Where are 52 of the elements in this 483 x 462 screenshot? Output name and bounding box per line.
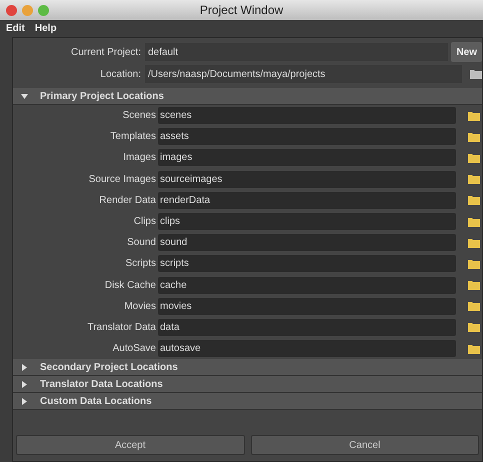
- folder-icon[interactable]: [470, 69, 482, 79]
- path-field[interactable]: movies: [158, 298, 456, 315]
- section-header[interactable]: Secondary Project Locations: [13, 359, 482, 376]
- path-field[interactable]: scripts: [158, 255, 456, 272]
- field-label: Disk Cache: [104, 278, 157, 293]
- menu-item[interactable]: Edit: [6, 21, 25, 36]
- field-label: Scenes: [122, 109, 157, 124]
- project-field[interactable]: default: [145, 43, 448, 61]
- field-label: Current Project:: [70, 46, 142, 60]
- folder-icon[interactable]: [468, 216, 480, 227]
- field-label: Images: [122, 151, 157, 166]
- field-label: Location:: [99, 68, 142, 82]
- path-field[interactable]: assets: [158, 128, 456, 146]
- menu-item[interactable]: Help: [34, 21, 57, 36]
- window-title: Project Window: [200, 2, 284, 19]
- folder-icon[interactable]: [468, 301, 480, 312]
- field-label: Movies: [123, 300, 157, 314]
- field-label: Render Data: [98, 194, 157, 208]
- field-label: Source Images: [88, 172, 157, 187]
- location-field[interactable]: /Users/naasp/Documents/maya/projects: [145, 65, 462, 83]
- path-field[interactable]: data: [158, 318, 456, 336]
- path-field[interactable]: clips: [158, 213, 456, 230]
- section-header[interactable]: Translator Data Locations: [13, 376, 482, 394]
- path-field[interactable]: autosave: [158, 340, 456, 358]
- new-button[interactable]: New: [451, 42, 482, 62]
- path-field[interactable]: renderData: [158, 192, 456, 209]
- folder-icon[interactable]: [468, 152, 480, 163]
- field-label: AutoSave: [112, 342, 157, 356]
- section-header[interactable]: Custom Data Locations: [13, 393, 482, 410]
- field-label: Sound: [126, 236, 157, 250]
- path-field[interactable]: sourceimages: [158, 170, 456, 188]
- close-icon[interactable]: [6, 4, 17, 16]
- field-label: Translator Data: [86, 320, 157, 335]
- path-field[interactable]: images: [158, 149, 456, 166]
- folder-icon[interactable]: [468, 110, 480, 121]
- folder-icon[interactable]: [468, 322, 480, 332]
- field-label: Scripts: [124, 257, 157, 272]
- path-field[interactable]: scenes: [158, 107, 456, 124]
- folder-icon[interactable]: [468, 132, 480, 142]
- field-label: Clips: [132, 215, 157, 230]
- folder-icon[interactable]: [468, 258, 480, 269]
- section-header[interactable]: Primary Project Locations: [13, 88, 482, 105]
- cancel-button[interactable]: Cancel: [250, 435, 479, 455]
- folder-icon[interactable]: [468, 344, 480, 354]
- folder-icon[interactable]: [468, 238, 480, 248]
- folder-icon[interactable]: [468, 280, 480, 290]
- folder-icon[interactable]: [468, 174, 480, 184]
- path-field[interactable]: sound: [158, 234, 456, 252]
- accept-button[interactable]: Accept: [16, 435, 244, 455]
- path-field[interactable]: cache: [158, 276, 456, 294]
- field-label: Templates: [109, 130, 157, 144]
- folder-icon[interactable]: [468, 195, 480, 206]
